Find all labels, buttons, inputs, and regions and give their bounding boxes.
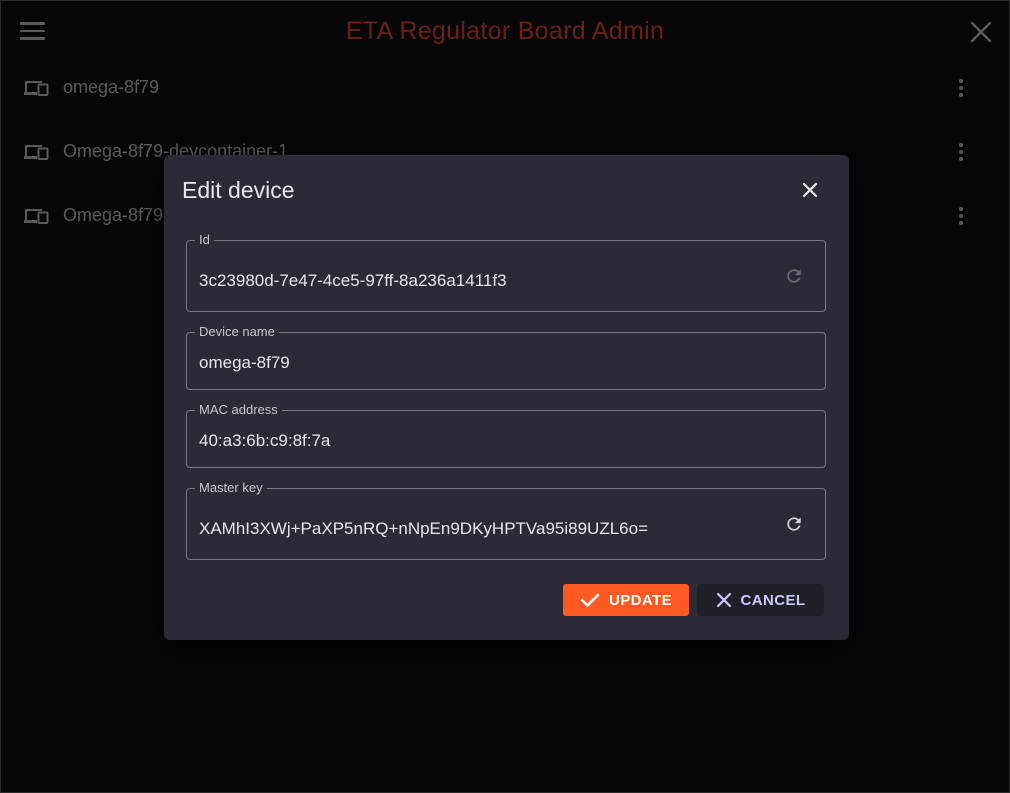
update-button[interactable]: UPDATE	[563, 584, 689, 616]
master-key-field[interactable]: Master key XAMhI3XWj+PaXP5nRQ+nNpEn9DKyH…	[186, 480, 826, 560]
edit-device-dialog: Edit device Id 3c23980d-7e47-4ce5-97ff-8…	[164, 155, 849, 640]
device-name-label: Device name	[195, 324, 279, 340]
mac-address-input[interactable]: 40:a3:6b:c9:8f:7a	[199, 431, 759, 451]
mac-address-field[interactable]: MAC address 40:a3:6b:c9:8f:7a	[186, 402, 826, 468]
cancel-label: CANCEL	[740, 591, 806, 609]
update-label: UPDATE	[609, 591, 672, 609]
mac-address-label: MAC address	[195, 402, 282, 418]
master-key-label: Master key	[195, 480, 267, 496]
refresh-icon[interactable]	[781, 263, 807, 289]
close-icon	[716, 592, 731, 608]
cancel-button[interactable]: CANCEL	[697, 584, 824, 616]
master-key-input[interactable]: XAMhI3XWj+PaXP5nRQ+nNpEn9DKyHPTVa95i89UZ…	[199, 519, 759, 539]
device-name-input[interactable]: omega-8f79	[199, 353, 759, 373]
id-field[interactable]: Id 3c23980d-7e47-4ce5-97ff-8a236a1411f3	[186, 232, 826, 312]
app-window: ETA Regulator Board Admin omega-8f79 Ome…	[0, 0, 1010, 793]
id-label: Id	[195, 232, 214, 248]
device-name-field[interactable]: Device name omega-8f79	[186, 324, 826, 390]
check-icon	[580, 593, 600, 607]
refresh-icon[interactable]	[781, 511, 807, 537]
close-icon[interactable]	[797, 177, 823, 203]
id-value[interactable]: 3c23980d-7e47-4ce5-97ff-8a236a1411f3	[199, 271, 759, 291]
dialog-title: Edit device	[182, 177, 295, 203]
